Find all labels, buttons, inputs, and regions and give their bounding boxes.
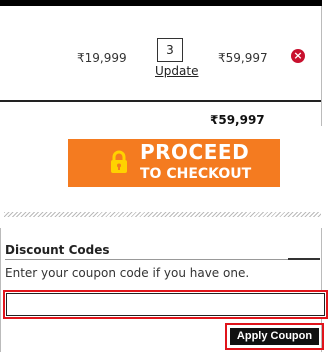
checkout-label-primary: PROCEED xyxy=(140,140,250,164)
section-divider xyxy=(4,212,321,217)
cart-table: ₹19,999 3 Update ₹59,997 × ₹59,997 xyxy=(0,6,322,127)
apply-coupon-button[interactable]: Apply Coupon xyxy=(230,328,319,345)
proceed-to-checkout-button[interactable]: PROCEED TO CHECKOUT xyxy=(68,139,280,187)
update-link[interactable]: Update xyxy=(155,64,198,78)
table-divider xyxy=(0,100,321,102)
remove-circle-icon[interactable]: × xyxy=(291,49,305,63)
quantity-field[interactable]: 3 xyxy=(157,38,183,62)
title-underline-accent xyxy=(288,258,320,260)
checkout-label-secondary: TO CHECKOUT xyxy=(140,166,252,182)
unit-price: ₹19,999 xyxy=(77,51,127,65)
title-underline xyxy=(5,259,320,260)
coupon-code-input[interactable] xyxy=(3,290,328,319)
grand-total: ₹59,997 xyxy=(210,113,265,127)
apply-coupon-highlight: Apply Coupon xyxy=(225,323,324,350)
discount-hint: Enter your coupon code if you have one. xyxy=(5,266,250,280)
line-total: ₹59,997 xyxy=(218,51,268,65)
discount-title: Discount Codes xyxy=(5,243,110,257)
lock-icon xyxy=(110,150,128,174)
